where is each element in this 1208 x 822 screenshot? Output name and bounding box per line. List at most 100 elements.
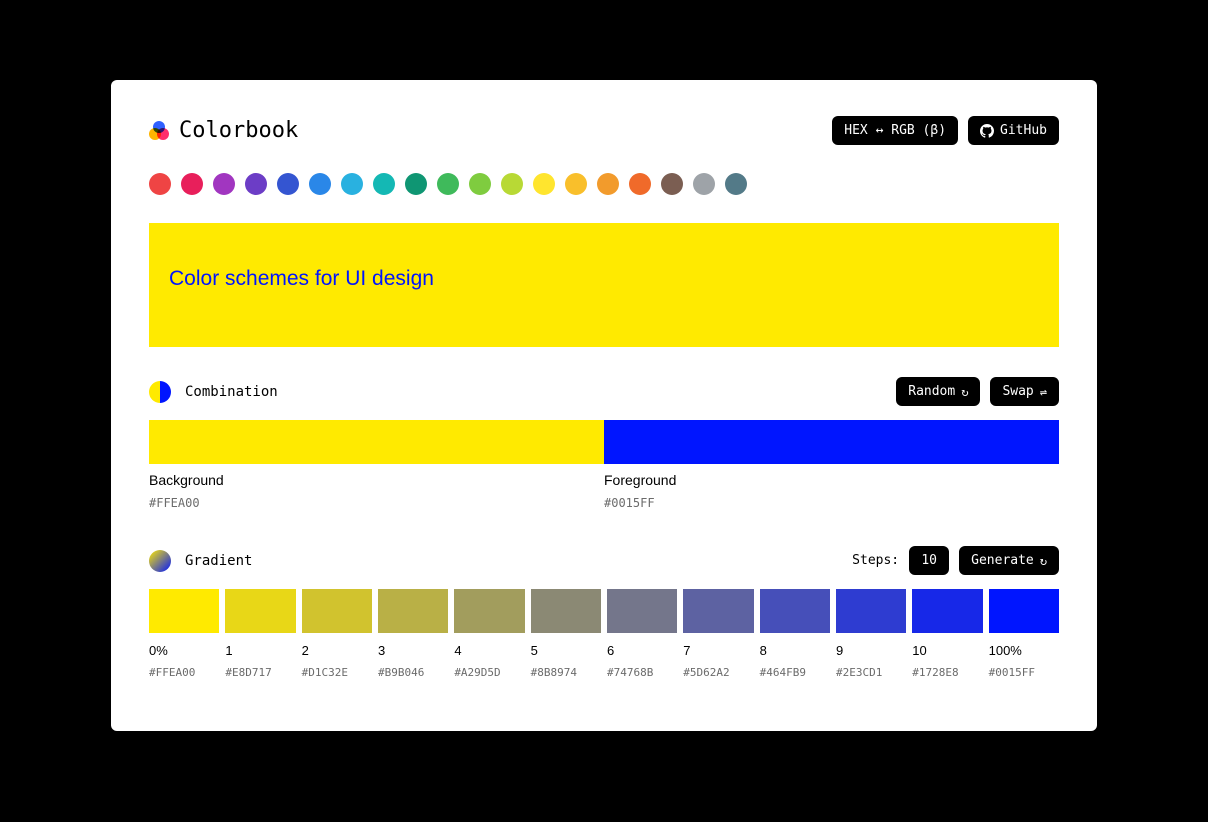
gradient-title-group: Gradient — [149, 550, 252, 572]
palette-color-16[interactable] — [661, 173, 683, 195]
gradient-swatch[interactable] — [302, 589, 372, 633]
gradient-cell-8: 8 #464FB9 — [760, 589, 830, 679]
gradient-cell-1: 1 #E8D717 — [225, 589, 295, 679]
hex-rgb-button[interactable]: HEX ↔ RGB (β) — [832, 116, 958, 145]
gradient-cell-0: 0%#FFEA00 — [149, 589, 219, 679]
gradient-cell-2: 2 #D1C32E — [302, 589, 372, 679]
header: Colorbook HEX ↔ RGB (β) GitHub — [149, 116, 1059, 145]
gradient-swatch[interactable] — [378, 589, 448, 633]
gradient-step-label: 10 — [912, 643, 982, 658]
palette-color-1[interactable] — [181, 173, 203, 195]
generate-button[interactable]: Generate ↻ — [959, 546, 1059, 575]
gradient-swatch[interactable] — [454, 589, 524, 633]
gradient-cell-9: 9 #2E3CD1 — [836, 589, 906, 679]
foreground-swatch[interactable] — [604, 420, 1059, 464]
swap-button[interactable]: Swap ⇌ — [990, 377, 1059, 406]
palette-color-17[interactable] — [693, 173, 715, 195]
combination-labels: Background #FFEA00 Foreground #0015FF — [149, 472, 1059, 510]
gradient-title: Gradient — [185, 553, 252, 569]
gradient-hex-label: #B9B046 — [378, 666, 448, 679]
combination-swatch-row — [149, 420, 1059, 464]
gradient-hex-label: #1728E8 — [912, 666, 982, 679]
steps-input[interactable] — [909, 546, 949, 575]
palette-color-7[interactable] — [373, 173, 395, 195]
gradient-controls: Steps: Generate ↻ — [852, 546, 1059, 575]
gradient-cell-4: 4 #A29D5D — [454, 589, 524, 679]
palette-color-11[interactable] — [501, 173, 523, 195]
swap-icon: ⇌ — [1040, 385, 1047, 399]
gradient-step-label: 0% — [149, 643, 219, 658]
refresh-icon: ↻ — [961, 385, 968, 399]
palette-color-18[interactable] — [725, 173, 747, 195]
background-swatch[interactable] — [149, 420, 604, 464]
github-button[interactable]: GitHub — [968, 116, 1059, 145]
combination-title: Combination — [185, 384, 278, 400]
palette-color-15[interactable] — [629, 173, 651, 195]
background-label: Background — [149, 472, 604, 488]
gradient-hex-label: #A29D5D — [454, 666, 524, 679]
gradient-cell-6: 6 #74768B — [607, 589, 677, 679]
random-button[interactable]: Random ↻ — [896, 377, 980, 406]
palette-color-12[interactable] — [533, 173, 555, 195]
gradient-swatch[interactable] — [531, 589, 601, 633]
generate-label: Generate — [971, 553, 1034, 568]
palette-color-6[interactable] — [341, 173, 363, 195]
gradient-swatch[interactable] — [989, 589, 1059, 633]
gradient-step-label: 6 — [607, 643, 677, 658]
combination-actions: Random ↻ Swap ⇌ — [896, 377, 1059, 406]
github-icon — [980, 124, 994, 138]
gradient-step-label: 8 — [760, 643, 830, 658]
palette-color-14[interactable] — [597, 173, 619, 195]
gradient-hex-label: #2E3CD1 — [836, 666, 906, 679]
gradient-step-label: 4 — [454, 643, 524, 658]
gradient-step-label: 1 — [225, 643, 295, 658]
swap-label: Swap — [1002, 384, 1033, 399]
header-actions: HEX ↔ RGB (β) GitHub — [832, 116, 1059, 145]
gradient-step-label: 5 — [531, 643, 601, 658]
palette-row — [149, 173, 1059, 195]
gradient-swatch[interactable] — [760, 589, 830, 633]
gradient-step-label: 100% — [989, 643, 1059, 658]
gradient-step-label: 7 — [683, 643, 753, 658]
palette-color-4[interactable] — [277, 173, 299, 195]
gradient-swatch[interactable] — [912, 589, 982, 633]
gradient-swatch[interactable] — [836, 589, 906, 633]
hex-rgb-label: HEX ↔ RGB (β) — [844, 123, 946, 138]
gradient-cell-11: 100%#0015FF — [989, 589, 1059, 679]
gradient-hex-label: #5D62A2 — [683, 666, 753, 679]
gradient-step-label: 9 — [836, 643, 906, 658]
palette-color-5[interactable] — [309, 173, 331, 195]
hero-banner: Color schemes for UI design — [149, 223, 1059, 347]
gradient-swatch[interactable] — [149, 589, 219, 633]
palette-color-0[interactable] — [149, 173, 171, 195]
palette-color-13[interactable] — [565, 173, 587, 195]
palette-color-10[interactable] — [469, 173, 491, 195]
combination-icon — [149, 381, 171, 403]
gradient-hex-label: #E8D717 — [225, 666, 295, 679]
foreground-col: Foreground #0015FF — [604, 472, 1059, 510]
palette-color-8[interactable] — [405, 173, 427, 195]
foreground-label: Foreground — [604, 472, 1059, 488]
palette-color-2[interactable] — [213, 173, 235, 195]
gradient-hex-label: #8B8974 — [531, 666, 601, 679]
steps-label: Steps: — [852, 553, 899, 568]
gradient-row: 0%#FFEA00 1 #E8D717 2 #D1C32E 3 #B9B046 4 #A29D5… — [149, 589, 1059, 679]
palette-color-9[interactable] — [437, 173, 459, 195]
combination-title-group: Combination — [149, 381, 278, 403]
gradient-swatch[interactable] — [607, 589, 677, 633]
gradient-swatch[interactable] — [683, 589, 753, 633]
gradient-hex-label: #74768B — [607, 666, 677, 679]
gradient-step-label: 3 — [378, 643, 448, 658]
gradient-swatch[interactable] — [225, 589, 295, 633]
hero-text: Color schemes for UI design — [169, 267, 1039, 291]
gradient-hex-label: #464FB9 — [760, 666, 830, 679]
random-label: Random — [908, 384, 955, 399]
gradient-step-label: 2 — [302, 643, 372, 658]
palette-color-3[interactable] — [245, 173, 267, 195]
gradient-cell-10: 10 #1728E8 — [912, 589, 982, 679]
gradient-hex-label: #D1C32E — [302, 666, 372, 679]
brand: Colorbook — [149, 118, 298, 143]
gradient-icon — [149, 550, 171, 572]
gradient-cell-7: 7 #5D62A2 — [683, 589, 753, 679]
gradient-header: Gradient Steps: Generate ↻ — [149, 546, 1059, 575]
